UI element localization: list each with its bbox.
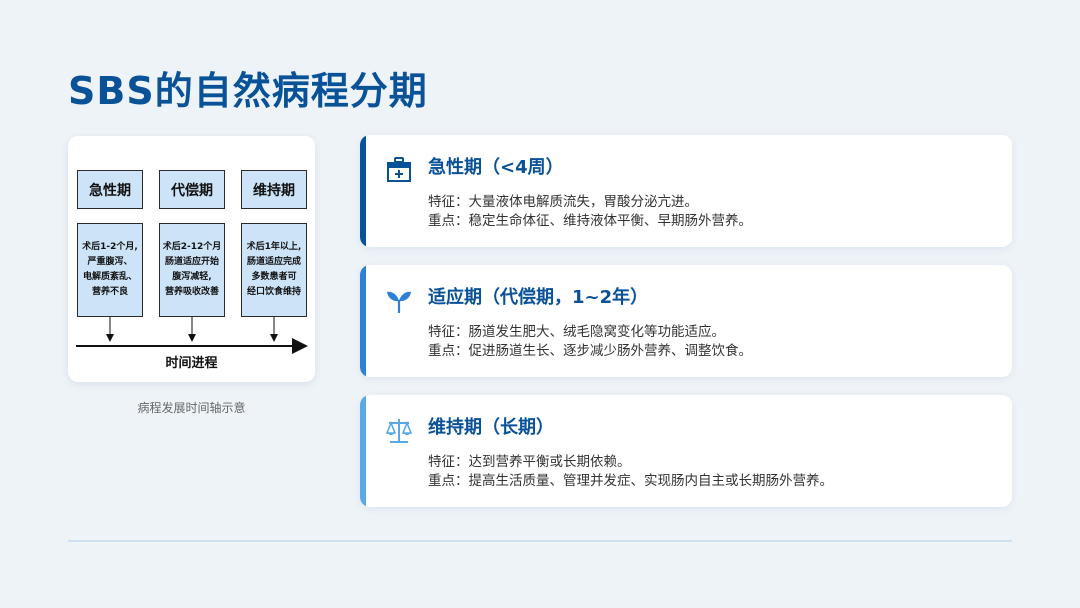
phase-card-maintenance: 维持期（长期） 特征：达到营养平衡或长期依赖。 重点：提高生活质量、管理并发症、… — [360, 395, 1012, 507]
stage-desc-acute: 术后1-2个月, 严重腹泻、 电解质紊乱、 营养不良 — [77, 223, 143, 317]
phase-card-adaptation: 适应期（代偿期，1~2年） 特征：肠道发生肥大、绒毛隐窝变化等功能适应。 重点：… — [360, 265, 1012, 377]
balance-scale-icon — [385, 419, 413, 443]
stage-desc-compensation: 术后2-12个月 肠道适应开始 腹泻减轻, 营养吸收改善 — [159, 223, 225, 317]
page-title: SBS的自然病程分期 — [68, 69, 428, 113]
phase-card-acute: 急性期（<4周） 特征：大量液体电解质流失，胃酸分泌亢进。 重点：稳定生命体征、… — [360, 135, 1012, 247]
phase-feature: 特征：达到营养平衡或长期依赖。 — [428, 454, 631, 470]
phase-heading: 维持期（长期） — [428, 417, 554, 438]
medical-kit-icon — [387, 157, 411, 182]
phase-heading: 急性期（<4周） — [428, 157, 564, 178]
phase-focus: 重点：稳定生命体征、维持液体平衡、早期肠外营养。 — [428, 213, 752, 229]
axis-label: 时间进程 — [165, 356, 218, 371]
accent-bar — [360, 265, 366, 377]
stage-label-acute: 急性期 — [77, 170, 143, 209]
accent-bar — [360, 395, 366, 507]
phase-focus: 重点：促进肠道生长、逐步减少肠外营养、调整饮食。 — [428, 343, 752, 359]
stage-desc-maintenance: 术后1年以上, 肠道适应完成 多数患者可 经口饮食维持 — [241, 223, 307, 317]
stage-label-compensation: 代偿期 — [159, 170, 225, 209]
diagram-caption: 病程发展时间轴示意 — [137, 401, 246, 415]
accent-bar — [360, 135, 366, 247]
stage-label-maintenance: 维持期 — [241, 170, 307, 209]
phase-focus: 重点：提高生活质量、管理并发症、实现肠内自主或长期肠外营养。 — [428, 473, 833, 489]
timeline-diagram: 急性期 代偿期 维持期 术后1-2个月, 严重腹泻、 电解质紊乱、 营养不良 术… — [68, 136, 315, 382]
bottom-divider — [68, 540, 1012, 542]
phase-heading: 适应期（代偿期，1~2年） — [428, 287, 649, 308]
phase-feature: 特征：肠道发生肥大、绒毛隐窝变化等功能适应。 — [428, 324, 725, 340]
phase-feature: 特征：大量液体电解质流失，胃酸分泌亢进。 — [428, 194, 698, 210]
sprout-icon — [387, 291, 411, 313]
